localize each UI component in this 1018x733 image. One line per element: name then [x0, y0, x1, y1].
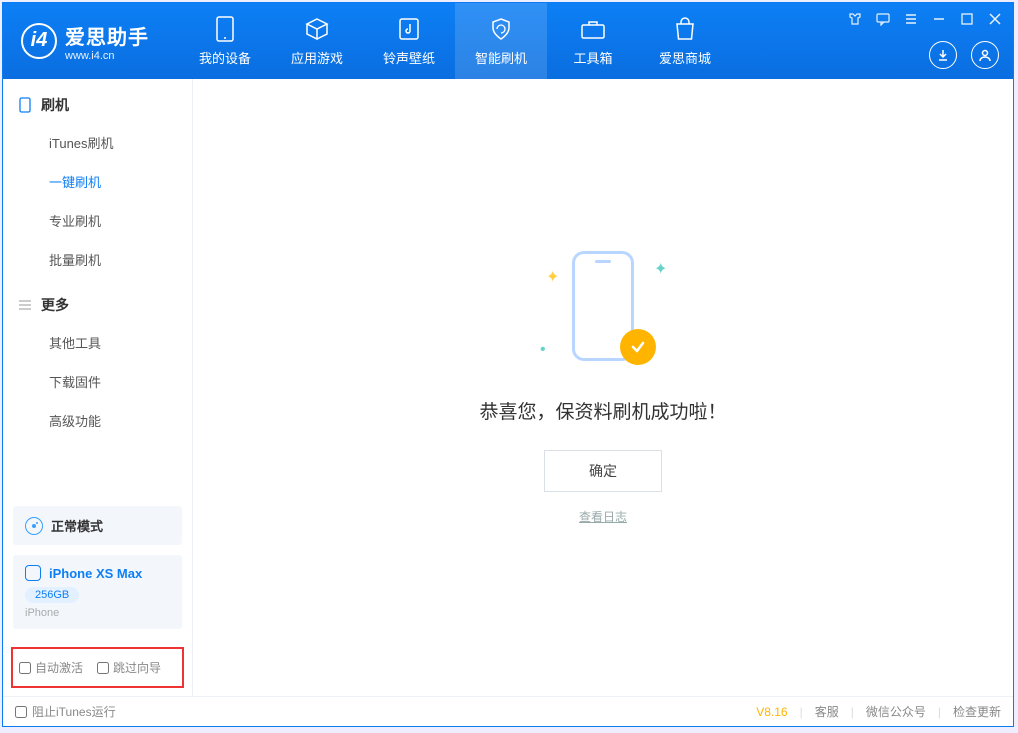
- version-label: V8.16: [756, 705, 787, 719]
- titlebar-controls: [845, 9, 1005, 29]
- success-illustration: ✦ ✦ •: [538, 251, 668, 371]
- device-type: iPhone: [25, 607, 170, 619]
- mode-icon: [25, 517, 43, 535]
- menu-icon[interactable]: [901, 9, 921, 29]
- tab-ringtones-wallpapers[interactable]: 铃声壁纸: [363, 3, 455, 79]
- view-log-link[interactable]: 查看日志: [579, 508, 627, 525]
- download-button[interactable]: [929, 41, 957, 69]
- tab-smart-flash[interactable]: 智能刷机: [455, 3, 547, 79]
- phone-icon: [212, 16, 238, 42]
- minimize-icon[interactable]: [929, 9, 949, 29]
- device-icon: [17, 97, 33, 113]
- app-url: www.i4.cn: [65, 50, 149, 62]
- sparkle-icon: ✦: [546, 267, 554, 275]
- bag-icon: [672, 16, 698, 42]
- tab-apps-games[interactable]: 应用游戏: [271, 3, 363, 79]
- footer-link-update[interactable]: 检查更新: [953, 703, 1001, 720]
- sparkle-icon: •: [540, 341, 548, 349]
- app-window: i4 爱思助手 www.i4.cn 我的设备 应用游戏 铃声壁纸 智能刷机: [2, 2, 1014, 727]
- app-name: 爱思助手: [65, 21, 149, 50]
- device-info[interactable]: iPhone XS Max 256GB iPhone: [13, 555, 182, 629]
- sidebar-group-more: 更多: [3, 279, 192, 323]
- logo-icon: i4: [21, 23, 57, 59]
- check-badge-icon: [620, 329, 656, 365]
- tab-toolbox[interactable]: 工具箱: [547, 3, 639, 79]
- sidebar-item-oneclick-flash[interactable]: 一键刷机: [3, 162, 192, 201]
- music-file-icon: [396, 16, 422, 42]
- cube-icon: [304, 16, 330, 42]
- close-icon[interactable]: [985, 9, 1005, 29]
- sidebar: 刷机 iTunes刷机 一键刷机 专业刷机 批量刷机 更多 其他工具 下载固件 …: [3, 79, 193, 696]
- skin-icon[interactable]: [845, 9, 865, 29]
- list-icon: [17, 297, 33, 313]
- success-message: 恭喜您，保资料刷机成功啦！: [479, 397, 726, 424]
- ok-button[interactable]: 确定: [544, 450, 662, 492]
- account-button[interactable]: [971, 41, 999, 69]
- maximize-icon[interactable]: [957, 9, 977, 29]
- device-storage: 256GB: [25, 587, 79, 603]
- feedback-icon[interactable]: [873, 9, 893, 29]
- header: i4 爱思助手 www.i4.cn 我的设备 应用游戏 铃声壁纸 智能刷机: [3, 3, 1013, 79]
- sidebar-item-itunes-flash[interactable]: iTunes刷机: [3, 123, 192, 162]
- main-tabs: 我的设备 应用游戏 铃声壁纸 智能刷机 工具箱 爱思商城: [179, 3, 731, 79]
- sidebar-item-advanced[interactable]: 高级功能: [3, 401, 192, 440]
- footer-link-support[interactable]: 客服: [815, 703, 839, 720]
- header-actions: [929, 41, 999, 69]
- sidebar-item-pro-flash[interactable]: 专业刷机: [3, 201, 192, 240]
- checkbox-block-itunes[interactable]: 阻止iTunes运行: [15, 703, 116, 720]
- sidebar-group-flash: 刷机: [3, 79, 192, 123]
- sidebar-item-batch-flash[interactable]: 批量刷机: [3, 240, 192, 279]
- tab-store[interactable]: 爱思商城: [639, 3, 731, 79]
- highlighted-options: 自动激活 跳过向导: [11, 647, 184, 688]
- main-content: ✦ ✦ • 恭喜您，保资料刷机成功啦！ 确定 查看日志: [193, 79, 1013, 696]
- sidebar-item-other-tools[interactable]: 其他工具: [3, 323, 192, 362]
- checkbox-auto-activate[interactable]: 自动激活: [19, 659, 83, 676]
- footer-link-wechat[interactable]: 微信公众号: [866, 703, 926, 720]
- refresh-shield-icon: [488, 16, 514, 42]
- device-name: iPhone XS Max: [49, 566, 142, 581]
- sidebar-item-download-firmware[interactable]: 下载固件: [3, 362, 192, 401]
- mode-indicator[interactable]: 正常模式: [13, 506, 182, 545]
- toolbox-icon: [580, 16, 606, 42]
- phone-small-icon: [25, 565, 41, 581]
- status-bar: 阻止iTunes运行 V8.16 | 客服 | 微信公众号 | 检查更新: [3, 696, 1013, 726]
- tab-my-device[interactable]: 我的设备: [179, 3, 271, 79]
- logo: i4 爱思助手 www.i4.cn: [3, 21, 167, 62]
- sparkle-icon: ✦: [654, 259, 662, 267]
- checkbox-skip-guide[interactable]: 跳过向导: [97, 659, 161, 676]
